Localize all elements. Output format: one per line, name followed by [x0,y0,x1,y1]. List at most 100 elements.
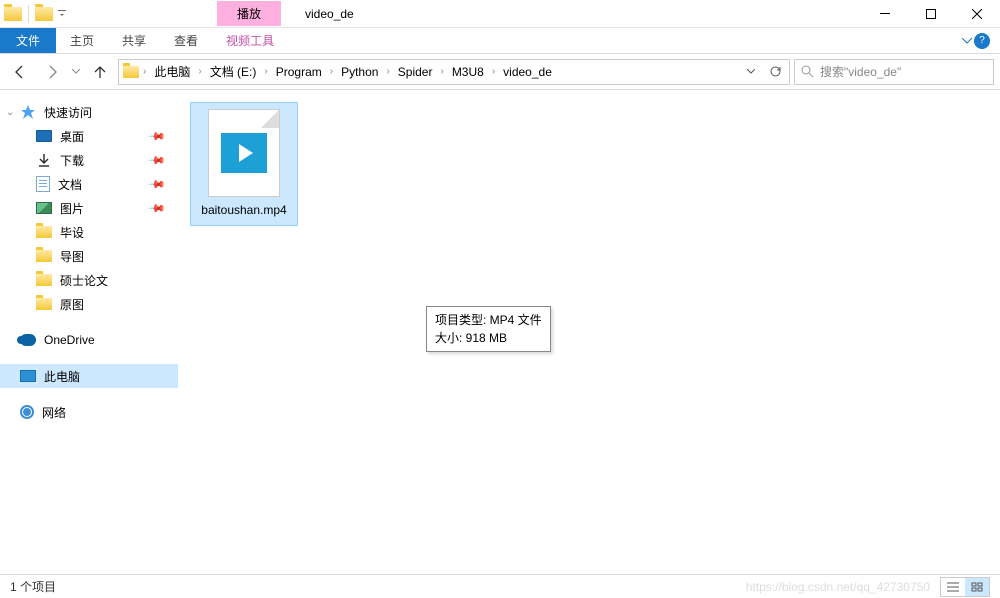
tooltip-size: 大小: 918 MB [435,329,542,347]
crumb-m3u8[interactable]: M3U8 [446,60,490,84]
sidebar-label: 文档 [58,176,82,193]
sidebar-network[interactable]: 网络 [0,400,178,424]
sidebar-folder-yuantu[interactable]: 原图 [0,292,178,316]
sidebar-downloads[interactable]: 下载 📌 [0,148,178,172]
tab-view[interactable]: 查看 [160,28,212,53]
pin-icon: 📌 [148,199,167,218]
sidebar-folder-bishe[interactable]: 毕设 [0,220,178,244]
onedrive-icon [20,334,36,346]
tooltip-type: 项目类型: MP4 文件 [435,311,542,329]
window-title: video_de [305,7,354,21]
crumb-video-de[interactable]: video_de [497,60,558,84]
crumb-this-pc[interactable]: 此电脑 [148,60,196,84]
sidebar-documents[interactable]: 文档 📌 [0,172,178,196]
pin-icon: 📌 [148,127,167,146]
folder-icon [36,298,52,310]
folder-icon [36,250,52,262]
crumb-sep-icon[interactable]: › [262,66,269,77]
close-button[interactable] [954,0,1000,28]
search-placeholder: 搜索"video_de" [820,63,901,80]
sidebar-onedrive[interactable]: OneDrive [0,328,178,352]
folder-icon [36,274,52,286]
sidebar-label: 桌面 [60,128,84,145]
sidebar-folder-daotu[interactable]: 导图 [0,244,178,268]
sidebar-desktop[interactable]: 桌面 📌 [0,124,178,148]
tab-file[interactable]: 文件 [0,28,56,53]
network-icon [20,405,34,419]
forward-button[interactable] [38,58,66,86]
navigation-bar: › 此电脑 › 文档 (E:) › Program › Python › Spi… [0,54,1000,90]
pin-icon: 📌 [148,175,167,194]
pin-icon: 📌 [148,151,167,170]
expand-icon[interactable]: ⌄ [6,107,14,118]
crumb-sep-icon[interactable]: › [196,66,203,77]
sidebar-pictures[interactable]: 图片 📌 [0,196,178,220]
titlebar: 播放 video_de [0,0,1000,28]
sidebar-label: 毕设 [60,224,84,241]
help-icon[interactable]: ? [974,33,990,49]
sidebar-label: 下载 [60,152,84,169]
document-icon [36,176,50,192]
contextual-tab-header: 播放 [217,1,281,26]
tab-share[interactable]: 共享 [108,28,160,53]
navigation-pane: ⌄ 快速访问 桌面 📌 下载 📌 文档 📌 [0,90,178,574]
up-button[interactable] [86,58,114,86]
back-button[interactable] [6,58,34,86]
file-item[interactable]: baitoushan.mp4 [190,102,298,226]
maximize-button[interactable] [908,0,954,28]
large-icons-view-button[interactable] [965,578,989,596]
app-icon[interactable] [4,7,22,21]
status-bar: 1 个项目 https://blog.csdn.net/qq_42730750 [0,574,1000,598]
address-bar[interactable]: › 此电脑 › 文档 (E:) › Program › Python › Spi… [118,59,790,85]
watermark-text: https://blog.csdn.net/qq_42730750 [746,580,930,594]
sidebar-this-pc[interactable]: 此电脑 [0,364,178,388]
quick-access-toolbar [0,5,69,23]
crumb-sep-icon[interactable]: › [328,66,335,77]
search-icon [801,65,814,78]
sidebar-label: 原图 [60,296,84,313]
crumb-sep-icon[interactable]: › [384,66,391,77]
crumb-sep-icon[interactable]: › [438,66,445,77]
desktop-icon [36,130,52,142]
address-dropdown[interactable] [739,60,763,84]
sidebar-label: 此电脑 [44,368,80,385]
tab-home[interactable]: 主页 [56,28,108,53]
video-play-icon [221,133,267,173]
refresh-button[interactable] [763,60,787,84]
content-area: ⌄ 快速访问 桌面 📌 下载 📌 文档 📌 [0,90,1000,574]
search-input[interactable]: 搜索"video_de" [794,59,994,85]
sidebar-folder-shuoshi[interactable]: 硕士论文 [0,268,178,292]
sidebar-label: 网络 [42,404,66,421]
qat-dropdown-icon[interactable] [55,7,69,21]
ribbon-collapse[interactable]: ? [954,28,1000,53]
crumb-sep-icon[interactable]: › [141,66,148,77]
sidebar-quick-access[interactable]: ⌄ 快速访问 [0,100,178,124]
star-icon [20,104,36,120]
folder-icon [36,226,52,238]
history-dropdown[interactable] [70,69,82,74]
sidebar-label: 图片 [60,200,84,217]
crumb-sep-icon[interactable]: › [490,66,497,77]
file-tooltip: 项目类型: MP4 文件 大小: 918 MB [426,306,551,352]
file-list-pane[interactable]: baitoushan.mp4 项目类型: MP4 文件 大小: 918 MB [178,90,1000,574]
pictures-icon [36,202,52,214]
view-toggle [940,577,990,597]
details-view-button[interactable] [941,578,965,596]
crumb-spider[interactable]: Spider [392,60,439,84]
qat-folder-icon[interactable] [35,7,53,21]
crumb-program[interactable]: Program [270,60,328,84]
file-thumbnail [208,109,280,197]
sidebar-label: 导图 [60,248,84,265]
file-name-label: baitoushan.mp4 [201,203,286,219]
pc-icon [20,370,36,382]
item-count: 1 个项目 [10,578,56,595]
minimize-button[interactable] [862,0,908,28]
sidebar-label: 快速访问 [44,104,92,121]
location-icon [121,62,141,82]
tab-video-tools[interactable]: 视频工具 [212,28,288,53]
download-icon [36,152,52,168]
crumb-drive[interactable]: 文档 (E:) [204,60,263,84]
ribbon-tabs: 文件 主页 共享 查看 视频工具 ? [0,28,1000,54]
chevron-down-icon [962,38,972,44]
crumb-python[interactable]: Python [335,60,384,84]
